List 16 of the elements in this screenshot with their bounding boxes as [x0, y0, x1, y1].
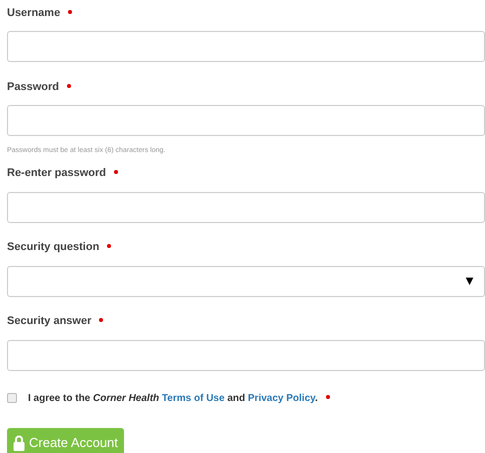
input-field[interactable] [7, 192, 485, 222]
dropdown-arrow: ▼ [463, 272, 476, 290]
field-label: Security question [7, 240, 100, 256]
checkbox[interactable] [7, 393, 17, 403]
lock-icon [13, 434, 25, 450]
field-label: Re-enter password [7, 166, 106, 182]
agreement-text: I agree to the Corner Health Terms of Use and Privacy Policy. [28, 392, 318, 406]
select-field[interactable]: ▼ [7, 266, 485, 296]
field-label: Username [7, 6, 60, 21]
input-field[interactable] [7, 31, 485, 62]
privacy-link[interactable]: Privacy Policy [248, 392, 315, 404]
field-label: Password [7, 80, 59, 95]
input-field[interactable] [7, 105, 485, 136]
field-label: Security answer [7, 314, 92, 330]
input-field[interactable] [7, 340, 485, 370]
terms-link[interactable]: Terms of Use [162, 392, 225, 404]
